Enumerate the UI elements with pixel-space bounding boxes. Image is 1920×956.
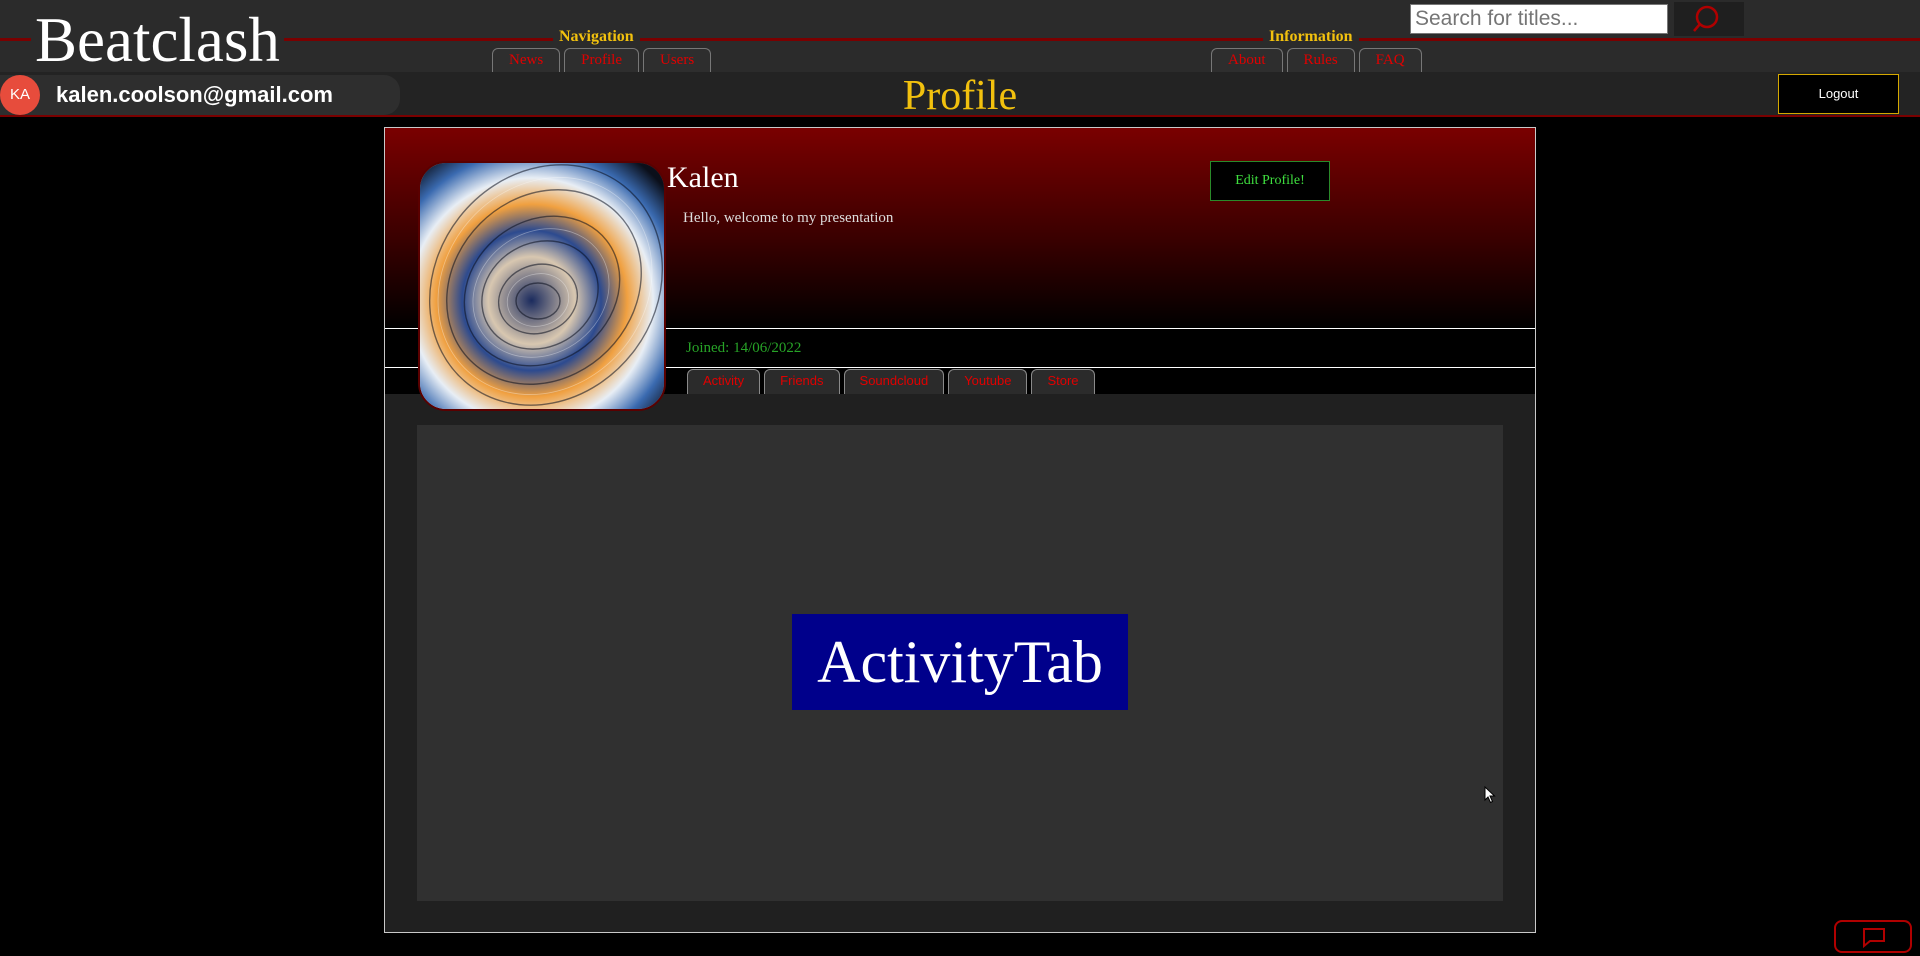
user-bar: KA kalen.coolson@gmail.com Profile Logou… <box>0 72 1920 118</box>
search-input[interactable] <box>1410 4 1668 34</box>
search-icon <box>1693 5 1719 32</box>
abstract-swirl-image <box>420 163 664 409</box>
tab-soundcloud[interactable]: Soundcloud <box>843 369 945 394</box>
tab-content-panel: ActivityTab <box>417 425 1503 901</box>
nav-tab-profile[interactable]: Profile <box>564 48 639 72</box>
user-info[interactable]: KA kalen.coolson@gmail.com <box>0 75 400 115</box>
site-logo[interactable]: Beatclash <box>31 4 284 76</box>
activity-tab-label: ActivityTab <box>792 614 1128 710</box>
tab-friends[interactable]: Friends <box>764 369 840 394</box>
nav-tab-faq[interactable]: FAQ <box>1358 48 1422 72</box>
information-legend: Information <box>1263 28 1359 48</box>
profile-bio: Hello, welcome to my presentation <box>683 210 894 226</box>
tab-store[interactable]: Store <box>1031 369 1095 394</box>
profile-card: Kalen Hello, welcome to my presentation … <box>384 127 1536 933</box>
profile-name: Kalen <box>667 161 739 194</box>
profile-picture <box>418 161 666 411</box>
chat-button[interactable] <box>1834 920 1912 953</box>
joined-date: Joined: 14/06/2022 <box>686 340 802 356</box>
avatar: KA <box>0 75 40 115</box>
edit-profile-button[interactable]: Edit Profile! <box>1210 161 1330 201</box>
nav-tab-news[interactable]: News <box>492 48 561 72</box>
navigation-legend: Navigation <box>553 28 640 48</box>
nav-tab-rules[interactable]: Rules <box>1286 48 1355 72</box>
tab-activity[interactable]: Activity <box>687 369 761 394</box>
nav-tab-users[interactable]: Users <box>643 48 712 72</box>
logout-button[interactable]: Logout <box>1778 74 1899 114</box>
header-divider <box>0 38 1920 41</box>
user-email: kalen.coolson@gmail.com <box>56 82 333 107</box>
tab-youtube[interactable]: Youtube <box>948 369 1028 394</box>
chat-icon <box>1863 927 1885 948</box>
mouse-cursor-icon <box>1484 785 1496 809</box>
nav-tab-about[interactable]: About <box>1211 48 1283 72</box>
profile-tabs: Activity Friends Soundcloud Youtube Stor… <box>687 369 1095 394</box>
top-header: Beatclash Navigation News Profile Users … <box>0 0 1920 76</box>
search-button[interactable] <box>1674 2 1744 36</box>
